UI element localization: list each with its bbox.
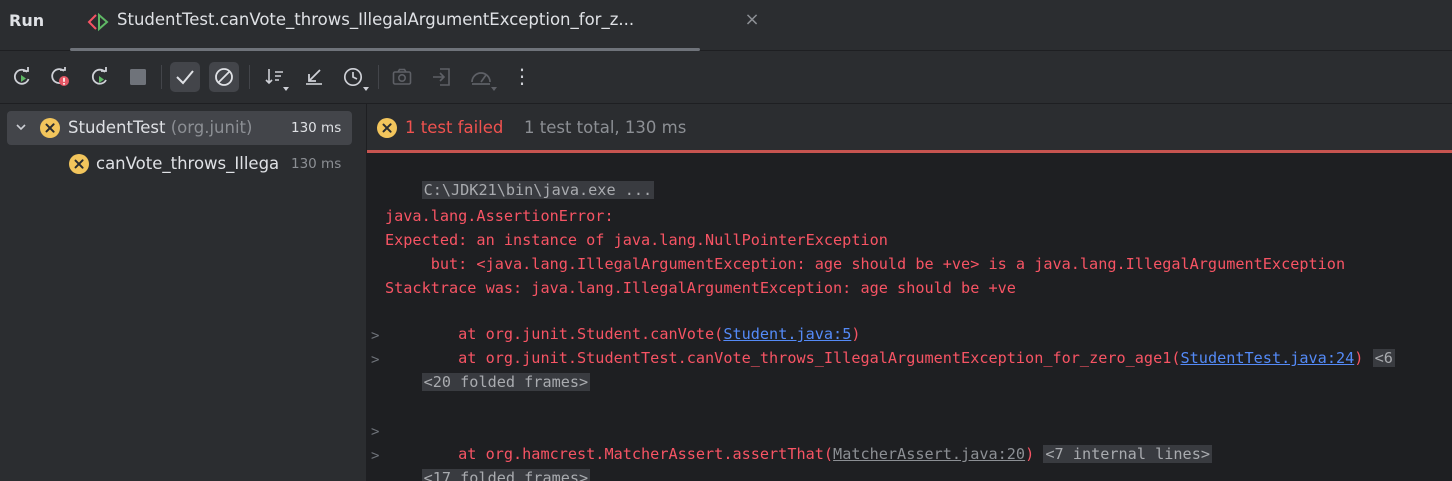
toggle-auto-test-button[interactable] — [85, 62, 115, 92]
stack-frame-line: at org.junit.Student.canVote(Student.jav… — [421, 325, 861, 343]
test-status-bar: 1 test failed 1 test total, 130 ms — [367, 104, 1452, 151]
chevron-down-icon — [491, 87, 497, 91]
collapse-icon — [306, 69, 322, 85]
stack-frame-line: at org.junit.StudentTest.canVote_throws_… — [421, 349, 1395, 367]
test-status-progress-bar — [367, 150, 1452, 153]
screenshot-button[interactable] — [387, 62, 417, 92]
test-duration: 130 ms — [291, 156, 342, 172]
tree-node-can-vote-test[interactable]: canVote_throws_Illega 130 ms — [7, 147, 352, 181]
test-class-name: StudentTest — [68, 118, 166, 137]
expand-frames-icon[interactable]: > — [371, 421, 379, 443]
run-toolbar: ⋮ — [0, 51, 1452, 104]
sort-button[interactable] — [259, 62, 289, 92]
expand-frames-icon[interactable]: > — [371, 445, 379, 467]
junit-run-icon — [86, 12, 110, 32]
toolbar-separator — [249, 65, 250, 89]
test-package-name: (org.junit) — [170, 118, 253, 137]
show-passed-icon — [176, 70, 194, 85]
import-icon — [433, 68, 450, 86]
collapse-button[interactable] — [299, 62, 329, 92]
rerun-failed-icon — [51, 67, 69, 86]
chevron-down-icon — [283, 87, 289, 91]
close-tab-icon[interactable]: × — [742, 8, 762, 32]
tree-node-label: StudentTest (org.junit) — [68, 118, 252, 137]
console-error-line: java.lang.AssertionError: — [385, 207, 614, 225]
rerun-button[interactable] — [7, 62, 37, 92]
folded-frames-line[interactable]: <20 folded frames> — [385, 349, 591, 391]
test-failed-icon — [40, 118, 60, 138]
history-button[interactable] — [338, 62, 369, 92]
sort-icon — [265, 69, 283, 85]
expand-frames-icon[interactable]: > — [371, 325, 379, 347]
tree-node-student-test[interactable]: StudentTest (org.junit) 130 ms — [7, 111, 352, 145]
stop-icon — [130, 69, 146, 85]
test-results-tree: StudentTest (org.junit) 130 ms canVote_t… — [0, 104, 367, 481]
more-icon: ⋮ — [512, 64, 532, 88]
stack-frame-line: at org.hamcrest.MatcherAssert.assertThat… — [421, 445, 1212, 463]
toolbar-separator — [378, 65, 379, 89]
test-failed-icon — [69, 154, 89, 174]
folded-frames-chip[interactable]: <17 folded frames> — [421, 469, 591, 481]
coverage-button[interactable] — [465, 62, 497, 92]
tool-window-title: Run — [9, 11, 45, 30]
history-icon — [343, 67, 363, 87]
rerun-icon — [13, 67, 30, 85]
tab-label: StudentTest.canVote_throws_IllegalArgume… — [117, 10, 635, 29]
internal-lines-chip[interactable]: <6 — [1372, 349, 1395, 367]
show-ignored-toggle[interactable] — [209, 62, 239, 92]
more-options-button[interactable]: ⋮ — [503, 62, 533, 92]
folded-frames-chip[interactable]: <20 folded frames> — [421, 373, 591, 391]
show-passed-toggle[interactable] — [170, 62, 200, 92]
console-error-line: Stacktrace was: java.lang.IllegalArgumen… — [385, 279, 1016, 297]
folded-frames-line[interactable]: <17 folded frames> — [385, 445, 591, 481]
chevron-down-icon — [363, 87, 369, 91]
internal-lines-chip[interactable]: <7 internal lines> — [1043, 445, 1212, 463]
console-error-line: Expected: an instance of java.lang.NullP… — [385, 231, 888, 249]
source-link[interactable]: MatcherAssert.java:20 — [833, 445, 1025, 463]
tests-total-summary: 1 test total, 130 ms — [524, 118, 687, 137]
source-link[interactable]: StudentTest.java:24 — [1181, 349, 1355, 367]
console-error-line: but: <java.lang.IllegalArgumentException… — [385, 255, 1346, 273]
console-output-panel: 1 test failed 1 test total, 130 ms C:\JD… — [367, 104, 1452, 481]
tests-failed-count: 1 test failed — [405, 118, 504, 137]
toggle-auto-test-icon — [91, 67, 107, 85]
test-failed-icon — [377, 118, 397, 138]
stop-button[interactable] — [123, 62, 153, 92]
rerun-failed-button[interactable] — [45, 62, 75, 92]
coverage-icon — [471, 72, 491, 85]
expand-frames-icon[interactable]: > — [371, 349, 379, 371]
toolbar-separator — [161, 65, 162, 89]
run-tool-window-header: Run StudentTest.canVote_throws_IllegalAr… — [0, 0, 1452, 51]
show-ignored-icon — [215, 68, 233, 86]
run-config-tab[interactable]: StudentTest.canVote_throws_IllegalArgume… — [70, 0, 760, 51]
test-duration: 130 ms — [291, 120, 342, 136]
chevron-down-icon[interactable] — [15, 121, 27, 133]
import-tests-button[interactable] — [427, 62, 457, 92]
console-command-line[interactable]: C:\JDK21\bin\java.exe ... — [385, 157, 655, 199]
test-method-name: canVote_throws_Illega — [96, 154, 280, 173]
screenshot-icon — [392, 68, 412, 85]
